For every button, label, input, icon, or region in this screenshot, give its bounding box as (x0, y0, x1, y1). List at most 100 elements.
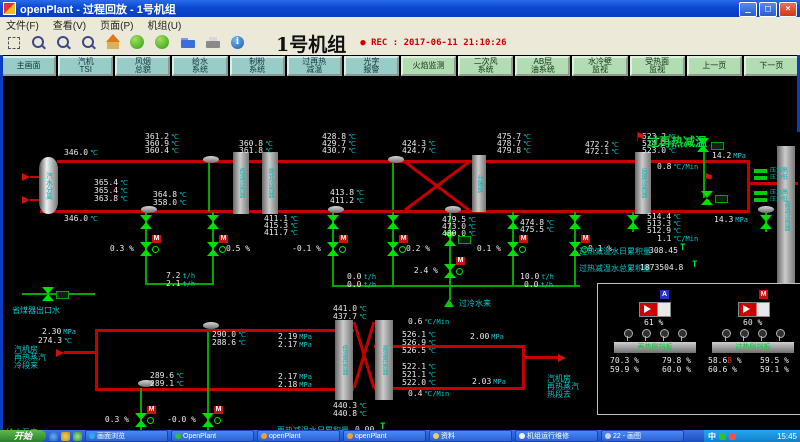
task-button-2[interactable]: openPlant (257, 430, 340, 442)
valve-icon[interactable] (207, 215, 219, 229)
motor-badge: M (399, 235, 408, 243)
task-button-0[interactable]: 画面浏览 (85, 430, 168, 442)
flow-arrow (22, 196, 30, 204)
actuator-icon (776, 329, 785, 338)
valve-icon[interactable] (387, 215, 399, 229)
schematic-label: 1.1℃/Min (657, 235, 698, 243)
start-button[interactable]: 开始 (0, 430, 46, 442)
motor-valve-icon[interactable] (202, 413, 214, 427)
select-icon[interactable] (3, 33, 25, 53)
motor-valve-icon[interactable] (444, 264, 456, 278)
zoom-out-icon[interactable] (53, 33, 75, 53)
tagged-valve-icon[interactable] (701, 191, 713, 205)
motor-valve-icon[interactable] (387, 242, 399, 256)
menu-item-1[interactable]: 查看(V) (53, 17, 86, 32)
motor-badge: M (214, 406, 223, 414)
valve-icon[interactable] (760, 215, 772, 229)
schematic-label: 430.7℃ (322, 147, 356, 155)
mail-icon[interactable] (61, 432, 70, 441)
schematic-label: 346.0℃ (64, 149, 98, 157)
language-indicator[interactable]: 中 (708, 431, 716, 442)
valve-icon[interactable] (140, 215, 152, 229)
schematic-label: 2.17MPa (278, 341, 312, 349)
valve-opening-label: 0.1 % (465, 245, 501, 253)
menu-item-3[interactable]: 机组(U) (147, 17, 181, 32)
task-button-1[interactable]: OpenPlant (171, 430, 254, 442)
schematic-label: T (680, 244, 685, 252)
valve-opening-label: 0.5 % (226, 245, 250, 253)
scada-screen: openPlant - 过程回放 - 1号机组 _□× 文件(F)查看(V)页面… (0, 0, 800, 442)
damper-feedback-value: 59.9 % (610, 365, 639, 374)
schematic-label: 0.8℃/Min (657, 163, 698, 171)
valve-opening-label: 2.4 % (402, 267, 438, 275)
pipe-junction (203, 156, 219, 163)
rec-time: 2017-06-11 21:10:26 (404, 38, 507, 48)
damper-bar: 再热侧挡板 (614, 342, 696, 353)
home-icon[interactable] (103, 33, 125, 53)
motor-badge: M (519, 235, 528, 243)
tagged-valve-icon[interactable] (42, 287, 54, 301)
desktop-icon[interactable] (73, 432, 82, 441)
schematic-label: 0.6℃/Min (408, 318, 449, 326)
motor-valve-icon[interactable] (327, 242, 339, 256)
flow-arrow (22, 173, 30, 181)
schematic-label: 2.30MPa (42, 328, 76, 336)
info-icon[interactable]: i (228, 33, 250, 53)
zoom-reset-icon[interactable] (78, 33, 100, 53)
motor-valve-icon[interactable] (207, 242, 219, 256)
damper-mode-badge: M (759, 290, 768, 299)
back-icon[interactable] (128, 33, 150, 53)
schematic-label: 2.03MPa (472, 378, 506, 386)
maximize-button[interactable]: □ (759, 2, 777, 17)
schematic-label: 411.2℃ (330, 197, 364, 205)
damper-feedback-value: 59.5 % (760, 356, 789, 365)
ie-icon[interactable] (49, 432, 58, 441)
pipe-junction (445, 206, 461, 213)
menu-item-0[interactable]: 文件(F) (6, 17, 39, 32)
valve-icon[interactable] (627, 215, 639, 229)
schematic-label: 冷段来 (14, 362, 38, 370)
heat-exchanger-bar: 高温过热器 (777, 146, 795, 286)
print-icon[interactable] (203, 33, 225, 53)
damper-feedback-value: 59.1 % (760, 365, 789, 374)
actuator-icon (678, 329, 687, 338)
schematic-label: 472.1℃ (585, 148, 619, 156)
valve-icon[interactable] (327, 215, 339, 229)
forward-icon[interactable] (153, 33, 175, 53)
pressure-indicator-bar (754, 169, 767, 173)
actuator-icon (624, 329, 633, 338)
heat-exchanger-bar: 屏式过热器 (262, 152, 278, 214)
quick-launch (46, 432, 82, 441)
task-button-5[interactable]: 机组运行维修 (515, 430, 598, 442)
schematic-label: 522.0℃ (402, 379, 436, 387)
motor-valve-icon[interactable] (135, 413, 147, 427)
pipe-segment (747, 160, 750, 213)
damper-indicator (639, 302, 671, 317)
schematic-label: 热段去 (547, 391, 571, 399)
schematic-label: 14.3MPa (714, 216, 748, 224)
close-button[interactable]: × (779, 2, 797, 17)
valve-tag (56, 291, 69, 299)
pressure-indicator-bar (754, 176, 767, 180)
valve-icon[interactable] (569, 215, 581, 229)
tray-alert-icon[interactable] (729, 433, 736, 440)
valve-icon[interactable] (507, 215, 519, 229)
task-button-3[interactable]: openPlant (343, 430, 426, 442)
motor-valve-icon[interactable] (507, 242, 519, 256)
flow-marker-triangle (444, 299, 454, 307)
open-icon[interactable] (178, 33, 200, 53)
schematic-label: 14.2MPa (712, 152, 746, 160)
damper-feedback-value: 60.0 % (662, 365, 691, 374)
damper-feedback-value: 70.3 % (610, 356, 639, 365)
menu-item-2[interactable]: 页面(P) (100, 17, 133, 32)
rec-indicator: ● REC : 2017-06-11 21:10:26 (360, 38, 506, 48)
minimize-button[interactable]: _ (739, 2, 757, 17)
task-button-4[interactable]: 资料 (429, 430, 512, 442)
zoom-in-icon[interactable] (28, 33, 50, 53)
damper-position: 61 % (644, 318, 663, 327)
motor-valve-icon[interactable] (140, 242, 152, 256)
tray-shield-icon[interactable] (719, 433, 726, 440)
schematic-label: 过冷水来 (459, 300, 491, 308)
task-button-6[interactable]: 22 - 画图 (601, 430, 684, 442)
page-flag-icon: ⚑ (635, 132, 646, 143)
